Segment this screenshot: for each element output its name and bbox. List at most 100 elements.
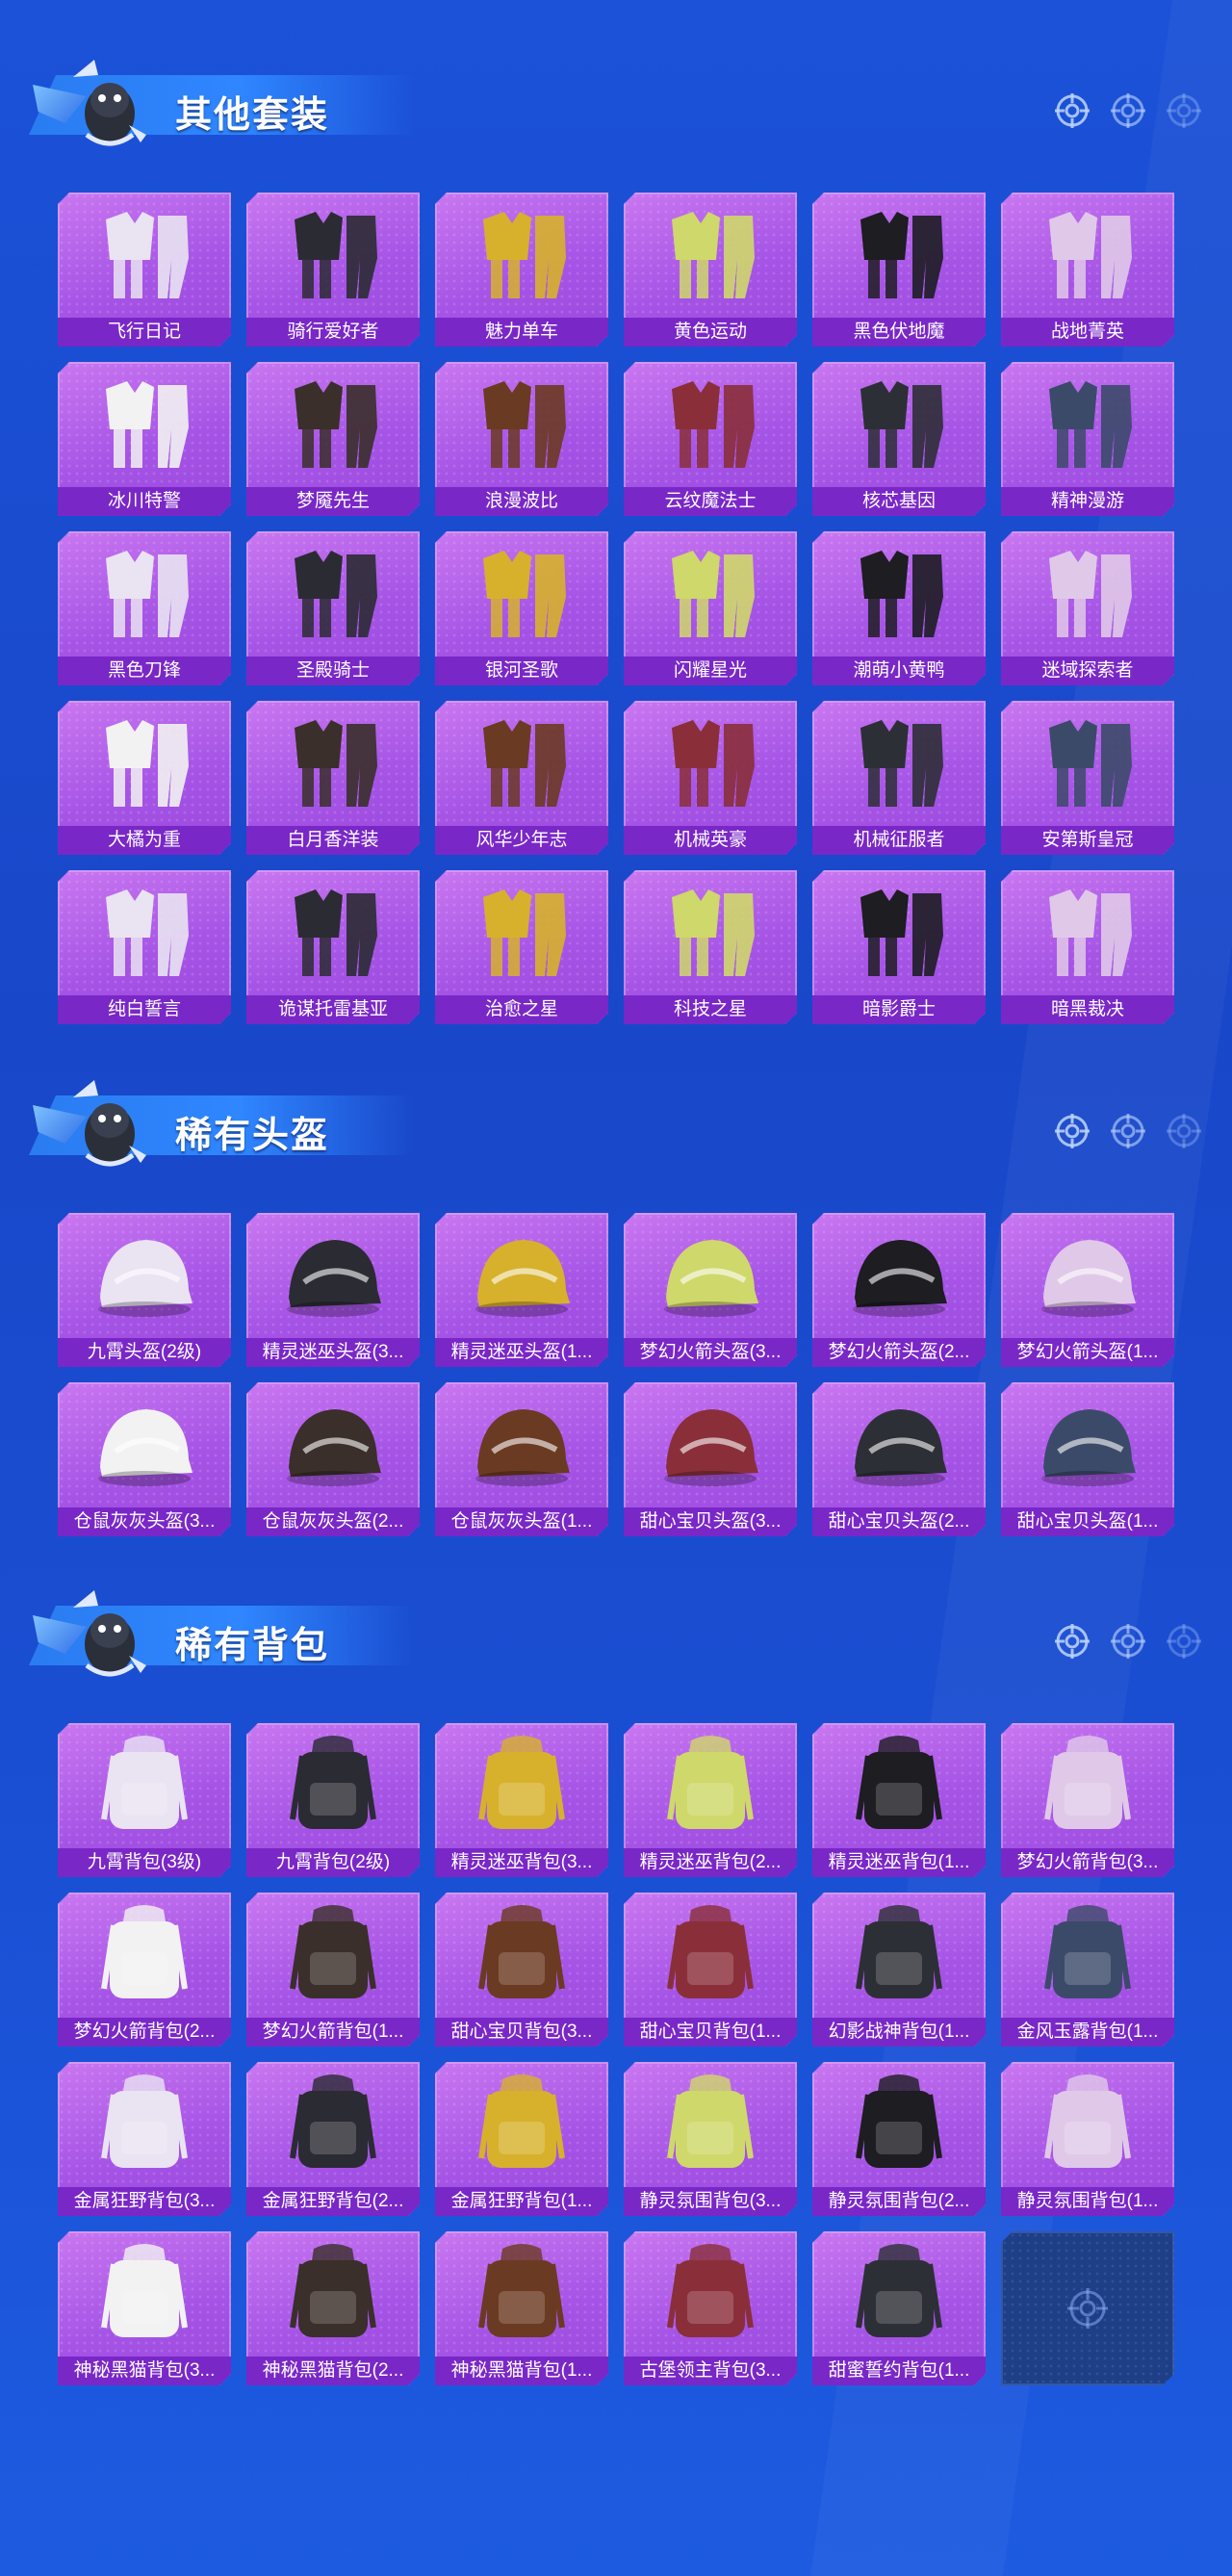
item-card[interactable]: 机械征服者 [812, 701, 986, 855]
item-image [653, 710, 768, 816]
item-card[interactable]: 金风玉露背包(1... [1001, 1893, 1174, 2047]
item-card[interactable]: 梦幻火箭头盔(2... [812, 1213, 986, 1367]
item-label: 金属狂野背包(1... [435, 2187, 608, 2216]
item-card[interactable]: 甜心宝贝背包(1... [624, 1893, 797, 2047]
item-card[interactable]: 迷域探索者 [1001, 531, 1174, 685]
item-card[interactable]: 科技之星 [624, 870, 797, 1024]
item-label: 浪漫波比 [435, 487, 608, 516]
section-title: 稀有背包 [175, 1626, 330, 1666]
item-card[interactable]: 静灵氛围背包(1... [1001, 2062, 1174, 2216]
item-card[interactable]: 金属狂野背包(3... [58, 2062, 231, 2216]
item-card[interactable]: 骑行爱好者 [246, 193, 420, 347]
item-grid: 九霄头盔(2级) 精灵迷巫头盔(3... 精灵迷巫头盔(1... 梦幻火箭头盔(3..… [58, 1213, 1174, 1536]
item-grid: 九霄背包(3级) 九霄背包(2级) 精灵迷巫背包(3... 精灵迷巫背包(2... 精灵… [58, 1723, 1174, 2385]
item-card[interactable]: 暗影爵士 [812, 870, 986, 1024]
item-card[interactable]: 圣殿骑士 [246, 531, 420, 685]
item-card[interactable]: 冰川特警 [58, 362, 231, 516]
item-card[interactable]: 风华少年志 [435, 701, 608, 855]
item-image [275, 1392, 391, 1498]
item-card[interactable]: 神秘黑猫背包(1... [435, 2231, 608, 2385]
item-image [841, 1223, 957, 1328]
item-card[interactable]: 金属狂野背包(1... [435, 2062, 608, 2216]
item-card[interactable]: 精灵迷巫背包(1... [812, 1723, 986, 1877]
item-image [653, 541, 768, 647]
item-label: 精灵迷巫背包(3... [435, 1848, 608, 1877]
item-label: 精神漫游 [1001, 487, 1174, 516]
item-card[interactable]: 古堡领主背包(3... [624, 2231, 797, 2385]
item-card[interactable]: 精灵迷巫头盔(3... [246, 1213, 420, 1367]
item-card[interactable]: 九霄背包(3级) [58, 1723, 231, 1877]
item-card[interactable]: 精神漫游 [1001, 362, 1174, 516]
item-card[interactable]: 幻影战神背包(1... [812, 1893, 986, 2047]
item-label: 云纹魔法士 [624, 487, 797, 516]
item-label: 诡谋托雷基亚 [246, 995, 420, 1024]
item-label: 仓鼠灰灰头盔(2... [246, 1507, 420, 1536]
item-card[interactable]: 甜心宝贝头盔(3... [624, 1382, 797, 1536]
item-card[interactable]: 神秘黑猫背包(3... [58, 2231, 231, 2385]
item-card[interactable]: 静灵氛围背包(2... [812, 2062, 986, 2216]
item-card[interactable]: 神秘黑猫背包(2... [246, 2231, 420, 2385]
item-card[interactable]: 机械英豪 [624, 701, 797, 855]
item-card[interactable]: 精灵迷巫头盔(1... [435, 1213, 608, 1367]
item-label: 迷域探索者 [1001, 657, 1174, 685]
item-image [275, 541, 391, 647]
item-label: 圣殿骑士 [246, 657, 420, 685]
item-card[interactable]: 潮萌小黄鸭 [812, 531, 986, 685]
item-image [653, 2241, 768, 2347]
item-image [275, 2241, 391, 2347]
item-card[interactable]: 安第斯皇冠 [1001, 701, 1174, 855]
item-label: 梦幻火箭背包(3... [1001, 1848, 1174, 1877]
item-card[interactable]: 静灵氛围背包(3... [624, 2062, 797, 2216]
item-card[interactable]: 甜心宝贝头盔(2... [812, 1382, 986, 1536]
item-card[interactable]: 仓鼠灰灰头盔(1... [435, 1382, 608, 1536]
item-card[interactable]: 九霄头盔(2级) [58, 1213, 231, 1367]
item-card[interactable]: 金属狂野背包(2... [246, 2062, 420, 2216]
item-card[interactable]: 九霄背包(2级) [246, 1723, 420, 1877]
item-card[interactable]: 梦幻火箭头盔(3... [624, 1213, 797, 1367]
item-label: 科技之星 [624, 995, 797, 1024]
item-card[interactable]: 飞行日记 [58, 193, 231, 347]
item-card[interactable]: 核芯基因 [812, 362, 986, 516]
item-label: 核芯基因 [812, 487, 986, 516]
item-card[interactable]: 大橘为重 [58, 701, 231, 855]
item-card[interactable]: 梦魇先生 [246, 362, 420, 516]
item-card[interactable]: 闪耀星光 [624, 531, 797, 685]
item-image [653, 2072, 768, 2177]
item-card[interactable]: 治愈之星 [435, 870, 608, 1024]
item-card[interactable]: 精灵迷巫背包(3... [435, 1723, 608, 1877]
item-card[interactable]: 仓鼠灰灰头盔(2... [246, 1382, 420, 1536]
item-card[interactable]: 魅力单车 [435, 193, 608, 347]
item-card[interactable]: 梦幻火箭背包(2... [58, 1893, 231, 2047]
item-card[interactable]: 暗黑裁决 [1001, 870, 1174, 1024]
item-image [841, 1733, 957, 1839]
target-icon [1053, 1112, 1091, 1150]
target-icon [1165, 1622, 1203, 1661]
item-card[interactable]: 黑色伏地魔 [812, 193, 986, 347]
item-card[interactable]: 白月香洋装 [246, 701, 420, 855]
item-card[interactable]: 梦幻火箭背包(1... [246, 1893, 420, 2047]
section-header: 稀有头盔 [0, 1059, 1232, 1167]
item-card[interactable]: 战地菁英 [1001, 193, 1174, 347]
item-card[interactable]: 浪漫波比 [435, 362, 608, 516]
item-image [841, 541, 957, 647]
item-image [1030, 372, 1145, 477]
item-image [464, 2072, 579, 2177]
item-card[interactable]: 梦幻火箭头盔(1... [1001, 1213, 1174, 1367]
item-card[interactable]: 纯白誓言 [58, 870, 231, 1024]
item-card[interactable]: 黑色刀锋 [58, 531, 231, 685]
item-card[interactable]: 甜心宝贝背包(3... [435, 1893, 608, 2047]
item-card[interactable]: 黄色运动 [624, 193, 797, 347]
item-card[interactable]: 仓鼠灰灰头盔(3... [58, 1382, 231, 1536]
item-card[interactable]: 甜蜜誓约背包(1... [812, 2231, 986, 2385]
item-label: 战地菁英 [1001, 318, 1174, 347]
mascot-icon [65, 58, 152, 154]
item-card[interactable]: 梦幻火箭背包(3... [1001, 1723, 1174, 1877]
item-card[interactable]: 甜心宝贝头盔(1... [1001, 1382, 1174, 1536]
item-card[interactable]: 银河圣歌 [435, 531, 608, 685]
item-card[interactable]: 诡谋托雷基亚 [246, 870, 420, 1024]
item-label: 金风玉露背包(1... [1001, 2018, 1174, 2047]
item-image [653, 1223, 768, 1328]
item-card[interactable]: 精灵迷巫背包(2... [624, 1723, 797, 1877]
item-image [275, 2072, 391, 2177]
item-card[interactable]: 云纹魔法士 [624, 362, 797, 516]
